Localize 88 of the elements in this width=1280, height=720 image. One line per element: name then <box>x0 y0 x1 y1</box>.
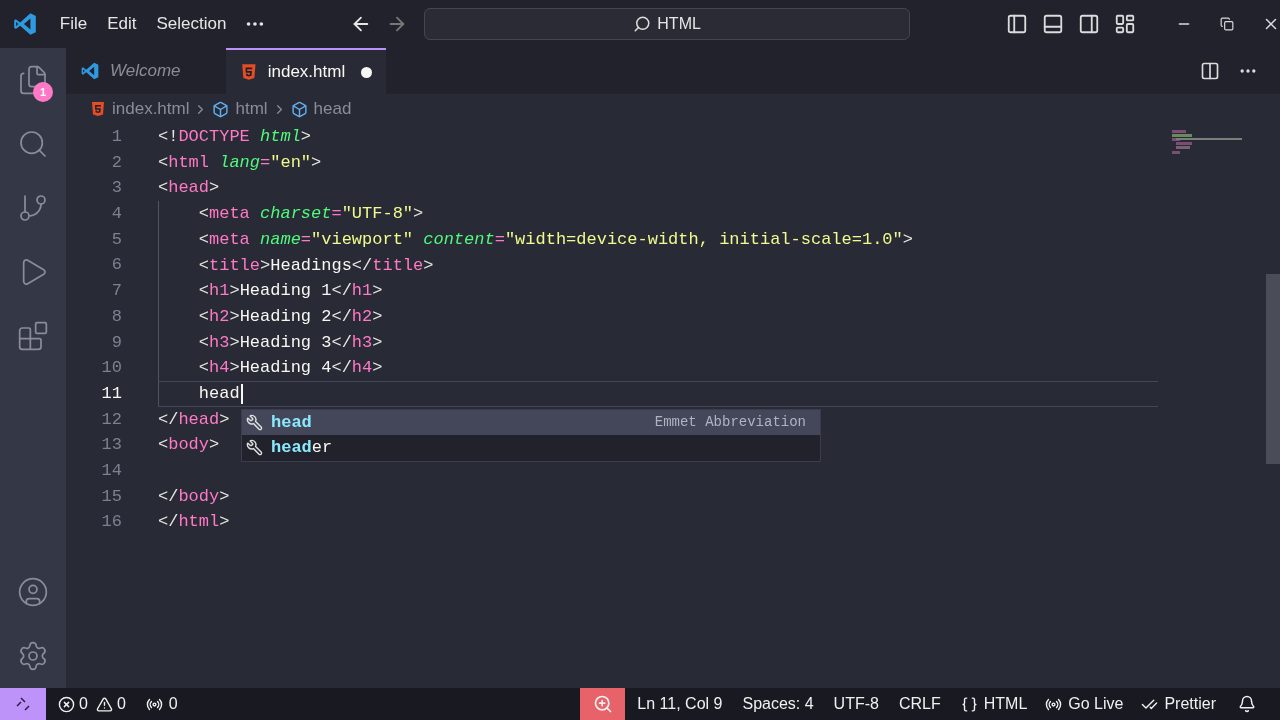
braces-icon <box>960 695 978 713</box>
zoom-button[interactable] <box>580 688 626 720</box>
line-number: 15 <box>100 485 122 508</box>
scrollbar-thumb[interactable] <box>1266 274 1280 464</box>
ports-button[interactable]: 0 <box>145 692 178 716</box>
code-line: <!DOCTYPE html> <box>158 126 312 149</box>
line-number: 4 <box>110 203 122 226</box>
code-line: <meta name="viewport" content="width=device-width, initial-scale=1.0"> <box>197 228 913 251</box>
vscode-icon <box>80 61 100 81</box>
line-number: 8 <box>110 305 122 328</box>
command-search-field[interactable]: HTML <box>424 8 910 40</box>
settings-icon[interactable] <box>17 640 49 672</box>
code-line: <h1>Heading 1</h1> <box>197 280 383 303</box>
search-text: HTML <box>657 14 701 34</box>
notifications-icon[interactable] <box>1238 695 1256 713</box>
problems-button[interactable]: 0 0 <box>58 692 126 716</box>
tab-label: Welcome <box>110 60 181 83</box>
line-number: 5 <box>110 228 122 251</box>
suggestion-item[interactable]: header <box>242 435 820 461</box>
extensions-icon[interactable] <box>17 320 49 352</box>
code-line: <h4>Heading 4</h4> <box>197 357 383 380</box>
line-number: 16 <box>100 511 122 534</box>
code-line: </html> <box>158 511 230 534</box>
split-editor-icon[interactable] <box>1200 61 1220 81</box>
breadcrumb-item[interactable]: html <box>212 96 268 122</box>
code-line: <title>Headings</title> <box>197 254 434 277</box>
breadcrumb-item[interactable]: index.html <box>90 96 190 122</box>
line-ending-status[interactable]: CRLF <box>898 692 941 716</box>
menu-item[interactable]: Selection <box>146 11 237 37</box>
line-number: 1 <box>110 126 122 148</box>
breadcrumb-item[interactable]: head <box>290 96 352 122</box>
element-icon <box>212 100 230 118</box>
restore-icon[interactable] <box>1220 17 1234 31</box>
search-icon <box>633 15 652 33</box>
error-icon <box>58 695 75 713</box>
language-mode-button[interactable]: HTML <box>960 692 1028 716</box>
line-number: 2 <box>110 151 122 174</box>
go-live-button[interactable]: Go Live <box>1045 692 1124 716</box>
code-line: <html lang="en"> <box>158 151 322 174</box>
line-number: 9 <box>110 331 122 354</box>
code-line: </body> <box>158 485 230 508</box>
toggle-panel-icon[interactable] <box>1042 13 1064 35</box>
suggestion-label: header <box>271 437 333 460</box>
wrench-icon <box>246 439 263 457</box>
line-number: 14 <box>100 459 122 482</box>
html-file-icon <box>240 63 258 81</box>
prettier-button[interactable]: Prettier <box>1141 692 1216 716</box>
line-number: 11 <box>100 382 122 405</box>
line-number: 7 <box>110 280 122 303</box>
notification-badge: 1 <box>33 82 53 102</box>
code-line: head <box>158 380 243 407</box>
menu-item[interactable]: Edit <box>97 11 147 37</box>
account-icon[interactable] <box>17 576 49 608</box>
html-file-icon <box>90 101 106 117</box>
editor-tab[interactable]: index.html <box>226 48 386 94</box>
line-number: 13 <box>100 434 122 457</box>
toggle-sidebar-icon[interactable] <box>1006 13 1028 35</box>
toggle-secondary-sidebar-icon[interactable] <box>1078 13 1100 35</box>
line-number: 6 <box>110 254 122 277</box>
customize-layout-icon[interactable] <box>1114 13 1136 35</box>
suggestion-label: head <box>271 411 312 434</box>
suggestion-item[interactable]: head Emmet Abbreviation <box>242 409 820 436</box>
menu-item[interactable]: File <box>49 11 98 37</box>
minimap-drawing <box>1172 130 1242 156</box>
tab-label: index.html <box>267 61 346 84</box>
code-line: <head> <box>158 177 220 200</box>
code-line: <meta charset="UTF-8"> <box>197 203 424 226</box>
explorer-icon[interactable] <box>17 64 49 96</box>
app-logo <box>11 11 38 37</box>
code-line: <h3>Heading 3</h3> <box>197 331 383 354</box>
code-line: </head> <box>158 408 230 431</box>
cursor-position[interactable]: Ln 11, Col 9 <box>637 692 723 716</box>
line-number: 12 <box>100 408 122 431</box>
text-cursor <box>240 383 243 404</box>
code-line: <body> <box>158 434 220 457</box>
line-number: 3 <box>110 177 122 200</box>
encoding-status[interactable]: UTF-8 <box>833 692 879 716</box>
suggestion-detail: Emmet Abbreviation <box>654 412 806 432</box>
line-number: 10 <box>100 357 122 380</box>
source-control-icon[interactable] <box>17 192 49 224</box>
remote-icon <box>15 696 31 712</box>
element-icon <box>290 100 308 118</box>
zoom-in-icon <box>592 694 613 714</box>
search-icon[interactable] <box>17 128 49 160</box>
indentation-status[interactable]: Spaces: 4 <box>742 692 814 716</box>
warning-icon <box>95 695 113 713</box>
code-line: <h2>Heading 2</h2> <box>197 305 383 328</box>
wrench-icon <box>246 413 263 431</box>
